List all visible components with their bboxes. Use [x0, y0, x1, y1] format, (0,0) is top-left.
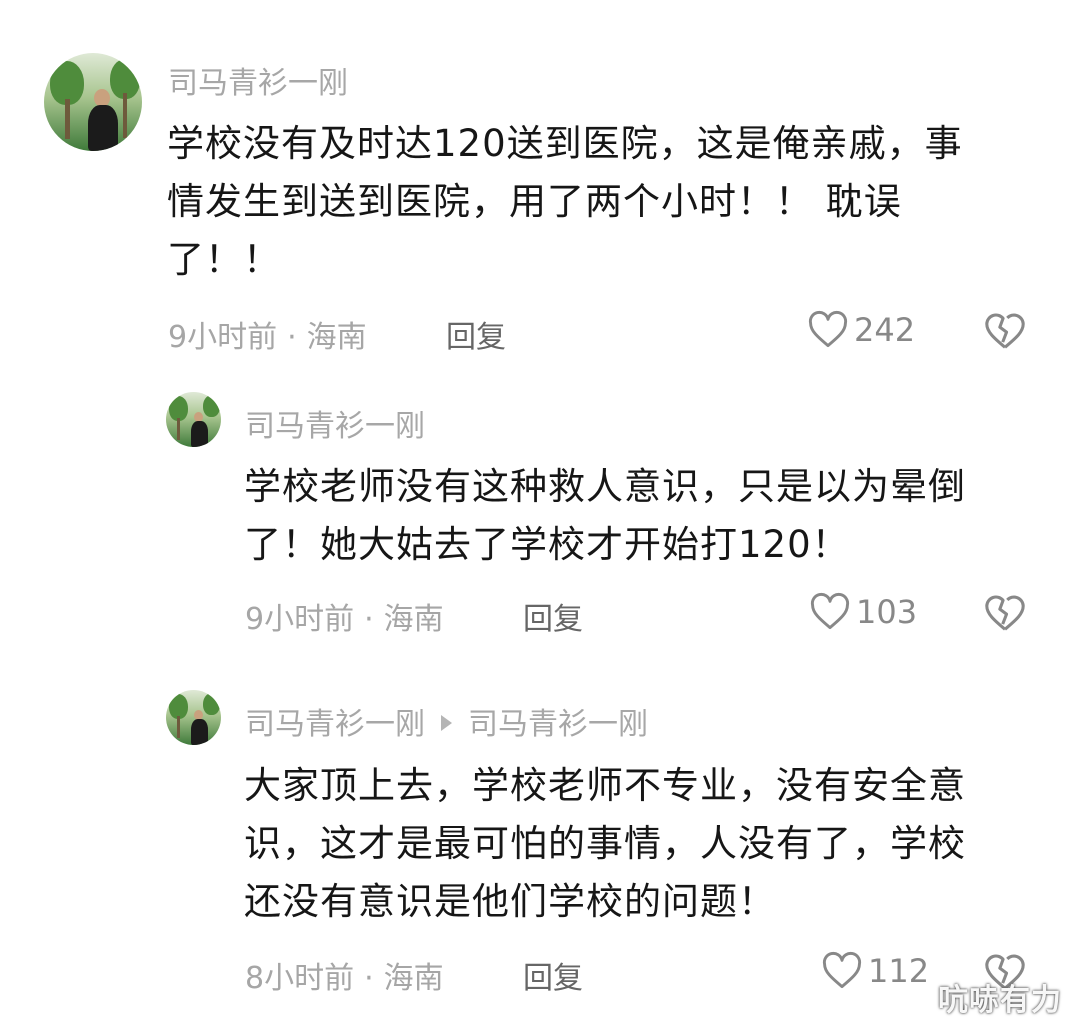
username[interactable]: 司马青衫一刚 [245, 707, 425, 742]
like-count: 103 [856, 593, 918, 631]
like-button[interactable]: 242 [806, 308, 915, 352]
heart-outline-icon [808, 310, 848, 348]
like-count: 112 [868, 952, 930, 990]
comment-text: 学校老师没有这种救人意识，只是以为晕倒 了！她大姑去了学校才开始打120！ [244, 458, 966, 574]
reply-header: 司马青衫一刚 司马青衫一刚 [245, 699, 648, 743]
broken-heart-icon [985, 595, 1025, 631]
comment-meta: 8小时前 · 海南 [245, 953, 444, 997]
broken-heart-icon [985, 313, 1025, 349]
comment-text-line: 学校老师没有这种救人意识，只是以为晕倒 [244, 465, 966, 508]
username[interactable]: 司马青衫一刚 [168, 58, 348, 102]
comment-text-line: 学校没有及时达120送到医院，这是俺亲戚，事 [167, 122, 963, 165]
avatar[interactable] [44, 53, 142, 151]
comment-text-line: 了！！ [167, 238, 281, 281]
like-button[interactable]: 112 [820, 949, 929, 993]
heart-outline-icon [822, 951, 862, 989]
location: 海南 [383, 602, 444, 637]
watermark: 吭哧有力 [938, 983, 1062, 1018]
timestamp: 9小时前 [168, 320, 278, 355]
triangle-right-icon [441, 715, 452, 731]
timestamp: 8小时前 [245, 961, 355, 996]
location: 海南 [306, 320, 367, 355]
comment-meta: 9小时前 · 海南 [168, 312, 367, 356]
avatar[interactable] [166, 690, 221, 745]
reply-target-username[interactable]: 司马青衫一刚 [468, 707, 648, 742]
timestamp: 9小时前 [245, 602, 355, 637]
reply-button[interactable]: 回复 [523, 594, 583, 638]
comment-meta: 9小时前 · 海南 [245, 594, 444, 638]
comment-text: 学校没有及时达120送到医院，这是俺亲戚，事 情发生到送到医院，用了两个小时！！… [167, 115, 963, 289]
avatar[interactable] [166, 392, 221, 447]
dislike-button[interactable] [982, 590, 1028, 640]
heart-outline-icon [810, 592, 850, 630]
comment-text-line: 情发生到送到医院，用了两个小时！！ 耽误 [167, 180, 902, 223]
location: 海南 [383, 961, 444, 996]
comment-text: 大家顶上去，学校老师不专业，没有安全意 识，这才是最可怕的事情，人没有了，学校 … [244, 757, 966, 931]
reply-button[interactable]: 回复 [523, 953, 583, 997]
meta-separator: · [364, 961, 374, 996]
comment-text-line: 识，这才是最可怕的事情，人没有了，学校 [244, 822, 966, 865]
meta-separator: · [364, 602, 374, 637]
comment-text-line: 了！她大姑去了学校才开始打120！ [244, 523, 850, 566]
like-button[interactable]: 103 [808, 590, 917, 634]
comment-text-line: 大家顶上去，学校老师不专业，没有安全意 [244, 764, 966, 807]
username[interactable]: 司马青衫一刚 [245, 401, 425, 445]
comment-text-line: 还没有意识是他们学校的问题！ [244, 880, 776, 923]
like-count: 242 [854, 311, 916, 349]
reply-button[interactable]: 回复 [446, 312, 506, 356]
dislike-button[interactable] [982, 308, 1028, 358]
meta-separator: · [287, 320, 297, 355]
